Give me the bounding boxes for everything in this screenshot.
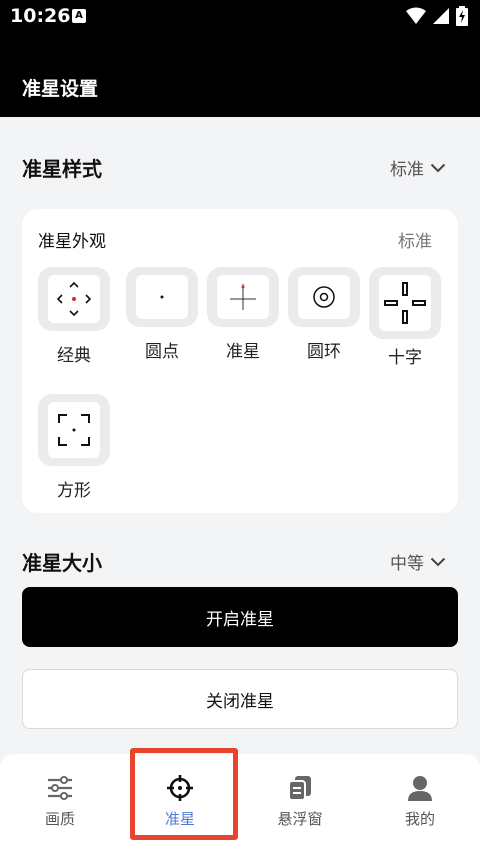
style-option-plus[interactable]: 准星 [207,267,279,367]
style-option-label: 圆环 [307,342,341,362]
bottom-nav: 画质 准星 悬浮窗 我的 [0,748,480,852]
chevron-down-icon [430,557,446,566]
signal-icon [433,8,449,24]
chevron-down-icon [430,163,446,172]
cross-crosshair-icon [384,282,426,324]
ring-crosshair-icon [313,286,335,308]
style-option-label: 方形 [57,481,91,501]
start-crosshair-button[interactable]: 开启准星 [22,587,458,647]
style-section-title: 准星样式 [22,157,102,181]
style-option-ring[interactable]: 圆环 [288,267,360,367]
style-option-classic[interactable]: 经典 [38,267,110,367]
style-option-label: 准星 [226,342,260,362]
sliders-icon [48,776,72,800]
style-option-dot[interactable]: 圆点 [126,267,198,367]
nav-item-profile[interactable]: 我的 [368,754,472,852]
floating-window-icon [288,776,311,801]
style-dropdown[interactable]: 标准 [390,155,446,180]
style-option-label: 经典 [57,346,91,366]
main-content: 准星样式 标准 准星外观 标准 经典 圆点 准星 圆环 十字 方形 准星大小 中… [0,117,480,754]
style-option-cross[interactable]: 十字 [369,267,441,368]
style-dropdown-value: 标准 [390,160,424,180]
stop-crosshair-button[interactable]: 关闭准星 [22,669,458,729]
notification-a-icon: A [72,9,86,23]
page-title: 准星设置 [22,78,99,100]
appearance-card: 准星外观 标准 经典 圆点 准星 圆环 十字 方形 [22,209,458,513]
style-option-label: 圆点 [145,342,179,362]
size-dropdown[interactable]: 中等 [390,549,446,574]
status-icons [406,6,468,26]
plus-crosshair-icon [230,284,256,310]
status-time: 10:26 [10,5,71,27]
selection-highlight [130,748,238,840]
user-icon [408,776,432,801]
style-option-square[interactable]: 方形 [38,394,110,501]
style-option-label: 十字 [388,348,422,368]
status-bar: 10:26 A [0,0,480,32]
size-dropdown-value: 中等 [390,554,424,574]
nav-label: 我的 [404,810,435,828]
app-bar: 准星设置 [0,32,480,117]
nav-label: 悬浮窗 [277,810,323,828]
nav-item-floating-window[interactable]: 悬浮窗 [248,754,352,852]
nav-label: 画质 [44,810,75,828]
dot-crosshair-icon [160,295,164,299]
size-section-title: 准星大小 [22,551,102,575]
appearance-card-value: 标准 [398,232,432,252]
classic-crosshair-icon [56,281,92,317]
square-crosshair-icon [58,414,90,446]
battery-charging-icon [456,6,468,26]
size-section-header[interactable]: 准星大小 中等 [22,545,458,575]
wifi-icon [406,7,426,24]
nav-item-quality[interactable]: 画质 [8,754,112,852]
appearance-card-title: 准星外观 [38,232,106,252]
style-section-header[interactable]: 准星样式 标准 [22,151,458,181]
